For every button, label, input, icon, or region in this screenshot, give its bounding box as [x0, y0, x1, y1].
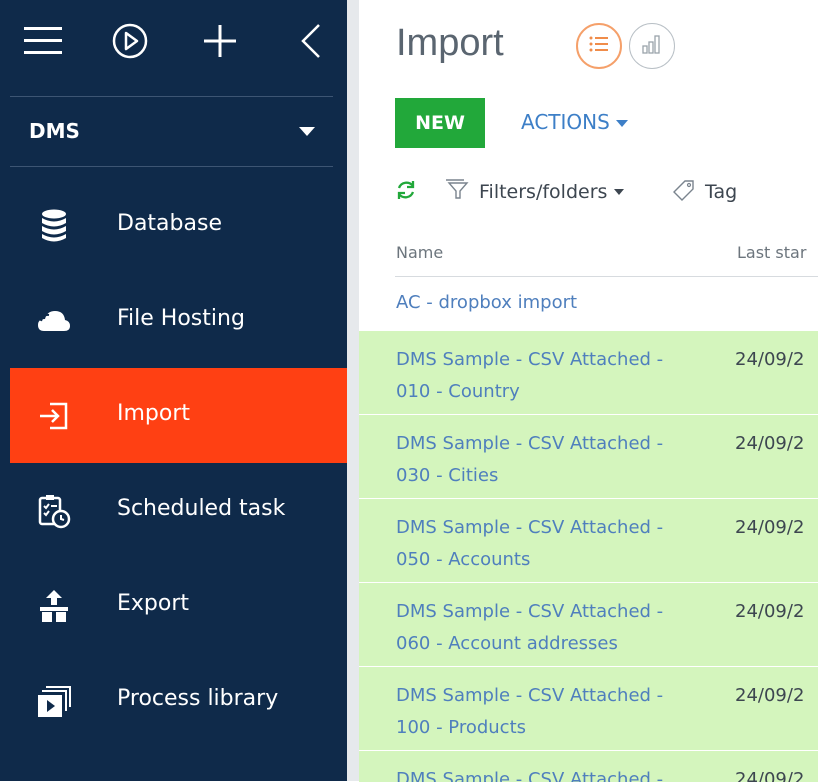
row-last-started: 24/09/2 [735, 517, 805, 538]
caret-down-icon [299, 127, 315, 136]
actions-label: ACTIONS [521, 110, 610, 134]
sidebar-item-scheduled-task[interactable]: Scheduled task [10, 463, 347, 558]
tag-icon [671, 179, 695, 206]
sidebar-item-process-library[interactable]: Process library [10, 653, 347, 748]
add-button[interactable] [195, 18, 245, 68]
table-row[interactable]: DMS Sample - CSV Attached - 030 - Cities… [359, 414, 818, 498]
column-header-name[interactable]: Name [396, 243, 443, 262]
cloud-icon [36, 303, 72, 339]
list-view-button[interactable] [576, 23, 622, 69]
page-title: Import [396, 22, 504, 64]
list-icon [588, 34, 610, 58]
filter-icon [445, 178, 469, 206]
sidebar-item-label: Export [117, 591, 190, 616]
row-name-link[interactable]: DMS Sample - CSV Attached - 100 - Produc… [396, 680, 686, 744]
row-last-started: 24/09/2 [735, 769, 805, 782]
row-name-link[interactable]: AC - dropbox import [396, 287, 686, 319]
caret-down-icon [615, 120, 628, 127]
row-last-started: 24/09/2 [735, 349, 805, 370]
row-last-started: 24/09/2 [735, 433, 805, 454]
sidebar-item-label: File Hosting [117, 306, 245, 331]
table-row[interactable]: DMS Sample - CSV Attached - 24/09/2 [359, 750, 818, 782]
refresh-button[interactable] [395, 175, 417, 209]
table-row[interactable]: AC - dropbox import [359, 279, 818, 329]
analytics-view-button[interactable] [629, 23, 675, 69]
refresh-icon [395, 179, 417, 206]
main-panel: Import NEW ACTIONS Filters/folders Tag N… [359, 0, 818, 782]
export-icon [36, 588, 72, 624]
sidebar-item-file-hosting[interactable]: File Hosting [10, 273, 347, 368]
actions-button[interactable]: ACTIONS [521, 110, 628, 134]
divider [10, 166, 333, 167]
tag-button[interactable]: Tag [671, 175, 737, 209]
sidebar-item-label: Import [117, 401, 191, 426]
sidebar-item-export[interactable]: Export [10, 558, 347, 653]
filters-folders-button[interactable]: Filters/folders [445, 175, 625, 209]
workplace-selector[interactable]: DMS [10, 97, 333, 165]
table-row[interactable]: DMS Sample - CSV Attached - 100 - Produc… [359, 666, 818, 750]
header-divider [395, 276, 818, 277]
row-name-link[interactable]: DMS Sample - CSV Attached - 050 - Accoun… [396, 512, 686, 576]
caret-down-icon [614, 189, 625, 195]
process-library-icon [36, 683, 72, 719]
row-name-link[interactable]: DMS Sample - CSV Attached - 060 - Accoun… [396, 596, 686, 660]
table-row[interactable]: DMS Sample - CSV Attached - 050 - Accoun… [359, 498, 818, 582]
plus-icon [202, 23, 238, 63]
new-button[interactable]: NEW [395, 98, 485, 148]
import-icon [36, 398, 72, 434]
sidebar-toolbar [10, 0, 335, 95]
chevron-left-icon [299, 23, 323, 63]
row-last-started: 24/09/2 [735, 685, 805, 706]
sidebar-item-label: Database [117, 211, 222, 236]
run-button[interactable] [105, 18, 155, 68]
sidebar-item-label: Process library [117, 686, 279, 711]
scheduled-task-icon [36, 493, 72, 529]
row-name-link[interactable]: DMS Sample - CSV Attached - 030 - Cities [396, 428, 686, 492]
row-name-link[interactable]: DMS Sample - CSV Attached - 010 - Countr… [396, 344, 686, 408]
sidebar-item-label: Scheduled task [117, 496, 286, 521]
row-name-link[interactable]: DMS Sample - CSV Attached - [396, 764, 686, 782]
hamburger-icon [24, 25, 62, 61]
table-row[interactable]: DMS Sample - CSV Attached - 060 - Accoun… [359, 582, 818, 666]
row-last-started: 24/09/2 [735, 601, 805, 622]
database-icon [36, 208, 72, 244]
tag-label: Tag [705, 181, 738, 203]
play-icon [112, 23, 148, 63]
sidebar-item-import[interactable]: Import [10, 368, 347, 463]
filters-label: Filters/folders [479, 181, 608, 203]
table-row[interactable]: DMS Sample - CSV Attached - 010 - Countr… [359, 330, 818, 414]
sidebar: DMS Database File Hosting Import Schedul… [0, 0, 359, 781]
collapse-sidebar-button[interactable] [286, 18, 336, 68]
filter-bar: Filters/folders Tag [395, 175, 818, 209]
workplace-label: DMS [29, 119, 80, 143]
menu-button[interactable] [18, 18, 68, 68]
column-header-last-started[interactable]: Last star [737, 243, 806, 262]
bar-chart-icon [641, 34, 663, 58]
sidebar-item-database[interactable]: Database [10, 178, 347, 273]
